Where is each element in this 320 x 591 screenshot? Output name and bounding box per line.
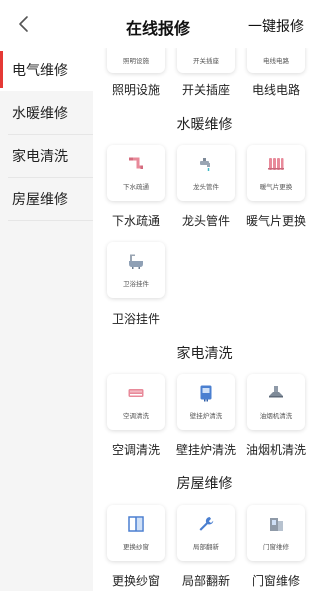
service-label-lighting[interactable]: 照明设施 xyxy=(98,81,174,98)
service-card-bath-fixture[interactable]: 卫浴挂件 xyxy=(107,242,165,298)
window-screen-icon xyxy=(127,515,145,533)
faucet-icon xyxy=(197,155,215,173)
service-card-door-window-repair[interactable]: 门窗维修 xyxy=(247,505,305,561)
service-card-caption: 电线电路 xyxy=(263,58,289,65)
door-window-icon xyxy=(267,515,285,533)
service-card-caption: 照明设施 xyxy=(123,58,149,65)
one-click-repair-button[interactable]: 一键报修 xyxy=(248,16,304,36)
service-card-ac-cleaning[interactable]: 空调清洗 xyxy=(107,374,165,430)
bathtub-icon xyxy=(127,252,145,270)
service-label-bath-fixture[interactable]: 卫浴挂件 xyxy=(98,310,174,327)
wall-boiler-icon xyxy=(197,384,215,402)
service-label-faucet[interactable]: 龙头管件 xyxy=(168,212,244,229)
service-card-caption: 开关插座 xyxy=(193,58,219,65)
service-label-drain[interactable]: 下水疏通 xyxy=(98,212,174,229)
service-label-door-window-repair[interactable]: 门窗维修 xyxy=(238,572,314,589)
service-label-range-hood-cleaning[interactable]: 油烟机清洗 xyxy=(238,441,314,458)
service-label-radiator[interactable]: 暖气片更换 xyxy=(238,212,314,229)
sidebar-item-plumbing[interactable]: 水暖维修 xyxy=(0,91,93,134)
service-card-wiring[interactable]: 电线电路 xyxy=(247,48,305,73)
service-label-window-screen[interactable]: 更换纱窗 xyxy=(98,572,174,589)
service-card-drain[interactable]: 下水疏通 xyxy=(107,145,165,201)
range-hood-icon xyxy=(267,384,285,402)
category-sidebar: 电气维修 水暖维修 家电清洗 房屋维修 xyxy=(0,48,93,591)
sidebar-item-electrical[interactable]: 电气维修 xyxy=(0,48,93,91)
drain-pipe-icon xyxy=(127,155,145,173)
radiator-icon xyxy=(267,155,285,173)
section-title-house-repair: 房屋维修 xyxy=(176,475,233,491)
service-card-range-hood-cleaning[interactable]: 油烟机清洗 xyxy=(247,374,305,430)
service-label-switch-socket[interactable]: 开关插座 xyxy=(168,81,244,98)
service-card-caption: 局部翻新 xyxy=(193,544,219,551)
wrench-icon xyxy=(197,515,215,533)
service-card-caption: 油烟机清洗 xyxy=(259,413,293,420)
service-list: 照明设施 开关插座 电线电路 照明设施 开关插座 电线电路 水暖维修 下水疏通 … xyxy=(93,48,316,591)
service-card-caption: 暖气片更换 xyxy=(259,184,293,191)
service-label-ac-cleaning[interactable]: 空调清洗 xyxy=(98,441,174,458)
service-card-caption: 更换纱窗 xyxy=(123,544,149,551)
service-card-window-screen[interactable]: 更换纱窗 xyxy=(107,505,165,561)
service-card-partial-renovation[interactable]: 局部翻新 xyxy=(177,505,235,561)
service-card-caption: 龙头管件 xyxy=(193,184,219,191)
section-title-plumbing: 水暖维修 xyxy=(176,116,233,132)
service-card-caption: 卫浴挂件 xyxy=(123,281,149,288)
sidebar-item-house-repair[interactable]: 房屋维修 xyxy=(0,177,93,220)
service-card-caption: 下水疏通 xyxy=(123,184,149,191)
service-card-radiator[interactable]: 暖气片更换 xyxy=(247,145,305,201)
top-bar: 在线报修 一键报修 xyxy=(0,0,316,48)
air-conditioner-icon xyxy=(127,384,145,402)
service-card-lighting[interactable]: 照明设施 xyxy=(107,48,165,73)
section-title-appliance-cleaning: 家电清洗 xyxy=(176,345,233,361)
service-card-caption: 空调清洗 xyxy=(123,413,149,420)
service-card-switch-socket[interactable]: 开关插座 xyxy=(177,48,235,73)
sidebar-divider xyxy=(8,220,93,221)
service-label-boiler-cleaning[interactable]: 壁挂炉清洗 xyxy=(168,441,244,458)
service-card-caption: 壁挂炉清洗 xyxy=(189,413,223,420)
service-card-faucet[interactable]: 龙头管件 xyxy=(177,145,235,201)
service-card-boiler-cleaning[interactable]: 壁挂炉清洗 xyxy=(177,374,235,430)
sidebar-item-appliance-cleaning[interactable]: 家电清洗 xyxy=(0,134,93,177)
service-label-partial-renovation[interactable]: 局部翻新 xyxy=(168,572,244,589)
back-arrow-icon[interactable] xyxy=(14,14,34,34)
service-label-wiring[interactable]: 电线电路 xyxy=(238,81,314,98)
service-card-caption: 门窗维修 xyxy=(263,544,289,551)
